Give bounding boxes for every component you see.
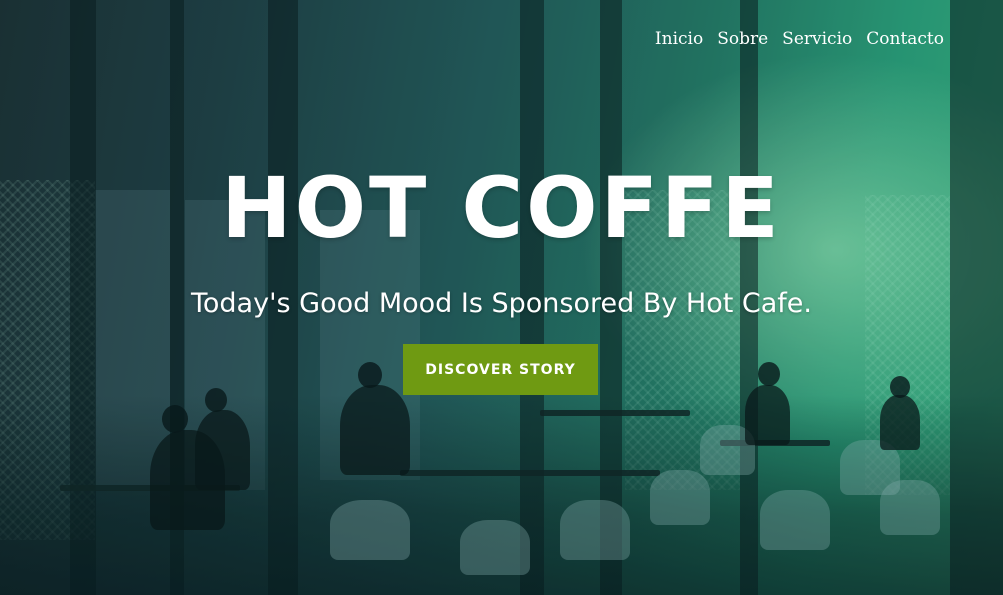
hero-title: HOT COFFE bbox=[221, 159, 782, 257]
nav-item-inicio[interactable]: Inicio bbox=[655, 28, 703, 50]
hero-subtitle: Today's Good Mood Is Sponsored By Hot Ca… bbox=[190, 288, 812, 319]
nav-item-contacto[interactable]: Contacto bbox=[866, 28, 944, 50]
nav-item-sobre[interactable]: Sobre bbox=[717, 28, 768, 50]
main-nav: Inicio Sobre Servicio Contacto bbox=[655, 28, 944, 50]
discover-story-button[interactable]: DISCOVER STORY bbox=[403, 344, 598, 395]
nav-item-servicio[interactable]: Servicio bbox=[782, 28, 852, 50]
hero-section: Inicio Sobre Servicio Contacto HOT COFFE… bbox=[0, 0, 1003, 595]
